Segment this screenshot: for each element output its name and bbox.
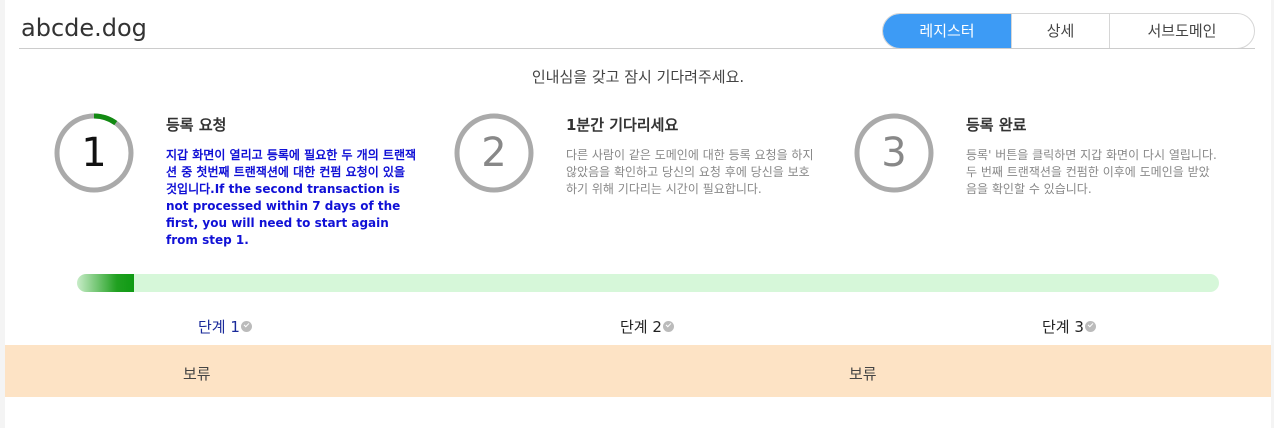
header-divider [19, 48, 1255, 49]
step-1-description: 지갑 화면이 열리고 등록에 필요한 두 개의 트랜잭션 중 첫번째 트랜잭션에… [166, 148, 417, 247]
check-circle-icon [662, 321, 674, 332]
step-label-3: 단계 3 [1042, 316, 1096, 337]
status-pending-2: 보류 [849, 365, 877, 383]
step-label-2-text: 단계 2 [620, 318, 662, 336]
step-1-number: 1 [81, 130, 107, 176]
tab-details[interactable]: 상세 [1012, 14, 1110, 48]
registration-panel: abcde.dog 레지스터 상세 서브도메인 인내심을 갖고 잠시 기다려주세… [5, 0, 1271, 428]
step-label-2: 단계 2 [620, 316, 674, 337]
step-3-number: 3 [881, 130, 907, 176]
overall-progress-bar [77, 274, 1219, 292]
domain-name: abcde.dog [21, 14, 147, 42]
step-3-description: 등록' 버튼을 클릭하면 지갑 화면이 다시 열립니다. 두 번째 트랜잭션을 … [966, 148, 1217, 196]
step-label-3-text: 단계 3 [1042, 318, 1084, 336]
step-1-title: 등록 요청 [166, 116, 227, 134]
status-pending-1: 보류 [183, 365, 211, 383]
tab-bar: 레지스터 상세 서브도메인 [882, 13, 1255, 49]
step-3-title: 등록 완료 [966, 116, 1027, 134]
step-2-description: 다른 사람이 같은 도메인에 대한 등록 요청을 하지 않았음을 확인하고 당신… [566, 148, 814, 196]
step-label-1: 단계 1 [198, 316, 252, 337]
step-2-title: 1분간 기다리세요 [566, 116, 679, 134]
progress-fill [77, 274, 135, 292]
check-circle-icon [240, 321, 252, 332]
check-circle-icon [1084, 321, 1096, 332]
tab-register[interactable]: 레지스터 [883, 14, 1012, 48]
status-bar: 보류 보류 [5, 345, 1271, 397]
tab-subdomains[interactable]: 서브도메인 [1110, 14, 1254, 48]
wait-message: 인내심을 갖고 잠시 기다려주세요. [531, 68, 745, 86]
step-2-number: 2 [481, 130, 507, 176]
step-label-1-text: 단계 1 [198, 318, 240, 336]
